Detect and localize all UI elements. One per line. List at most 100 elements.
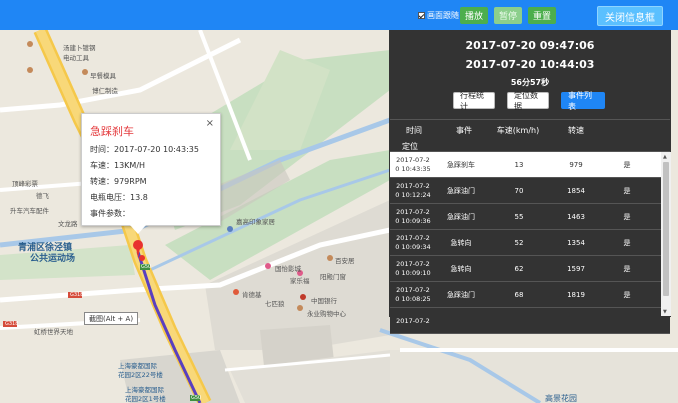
cell-time-part: 0 10:12:24 (395, 191, 431, 199)
col-event-header: 事件 (456, 126, 472, 135)
col-rpm-header: 转速 (568, 126, 584, 135)
scroll-thumb[interactable] (663, 162, 669, 296)
cell-date-part: 2017-07-2 (396, 208, 430, 216)
table-row[interactable]: 2017-07-2 0 10:43:35 急踩刹车 13 979 是 (390, 152, 670, 178)
cell-time: 2017-07-2 0 10:12:24 (390, 178, 436, 204)
trip-start-time: 2017-07-20 09:47:06 (465, 39, 595, 52)
cell-event: 急踩油门 (447, 291, 475, 299)
table-scrollbar[interactable]: ▲ ▼ (661, 152, 671, 316)
checkbox-checked-icon[interactable] (418, 11, 425, 19)
follow-checkbox[interactable]: 画面跟随 (418, 7, 459, 23)
scroll-up-icon[interactable]: ▲ (663, 154, 667, 160)
popup-title: 急踩刹车 (90, 125, 134, 138)
cell-located: 是 (623, 161, 631, 169)
cell-event: 急踩油门 (447, 213, 475, 221)
cell-located: 是 (623, 239, 631, 247)
cell-rpm: 1463 (567, 213, 585, 221)
cell-located: 是 (623, 291, 631, 299)
map-label: 永业购物中心 (307, 310, 346, 318)
popup-speed: 车速：13KM/H (90, 161, 146, 170)
popup-time: 时间：2017-07-20 10:43:35 (90, 145, 199, 154)
cell-date-part: 2017-07-2 (396, 316, 430, 325)
popup-params: 事件参数： (90, 209, 130, 218)
cell-time-part: 0 10:09:36 (395, 217, 431, 225)
popup-rpm: 转速：979RPM (90, 177, 147, 186)
cell-event (436, 308, 486, 334)
pause-button[interactable]: 暂停 (494, 7, 522, 24)
trip-duration: 56分57秒 (510, 78, 550, 87)
scroll-down-icon[interactable]: ▼ (663, 309, 667, 315)
cell-time: 2017-07-2 0 10:08:25 (390, 282, 436, 308)
map-label: 家乐福 (290, 277, 310, 285)
col-time-header: 时间 (406, 126, 422, 135)
reset-button[interactable]: 重置 (528, 7, 556, 24)
app-root: 汤建卜镀钢 电动工具 早餐模具 博仁制造 顶峰彩票 德飞 升车汽车配件 文龙路 … (0, 0, 678, 403)
play-button[interactable]: 播放 (460, 7, 488, 24)
table-row[interactable]: 2017-07-2 0 10:12:24 急踩油门 70 1854 是 (390, 178, 670, 204)
cell-time: 2017-07-2 0 10:09:34 (390, 230, 436, 256)
cell-event: 急转向 (450, 265, 472, 273)
road-shield-label: G318 (70, 292, 84, 298)
table-row[interactable]: 2017-07-2 0 10:09:34 急转向 52 1354 是 (390, 230, 670, 256)
map-label: 百安居 (335, 257, 355, 265)
cell-speed: 13 (514, 161, 524, 169)
position-data-button[interactable]: 定位数据 (507, 91, 549, 111)
cell-date-part: 2017-07-2 (396, 260, 430, 268)
trip-stats-button[interactable]: 行程统计 (453, 91, 495, 111)
table-row[interactable]: 2017-07-2 0 10:08:25 急踩油门 68 1819 是 (390, 282, 670, 308)
col-locate-header: 定位 (402, 142, 418, 151)
follow-checkbox-label: 画面跟随 (427, 10, 459, 20)
cell-event: 急转向 (450, 239, 472, 247)
event-table: 时间 事件 车速(km/h) 转速 定位 2017-07-2 0 10:43:35… (390, 119, 670, 334)
close-info-button[interactable]: 关闭信息框 (597, 6, 663, 26)
map-label-district: 公共运动场 (30, 254, 76, 264)
screenshot-tooltip: 截图(Alt + A) (84, 312, 139, 325)
cell-time: 2017-07-2 0 10:43:35 (390, 152, 436, 178)
col-speed-header: 车速(km/h) (496, 126, 540, 135)
cell-rpm (551, 308, 601, 334)
cell-located (612, 308, 642, 334)
table-row[interactable]: 2017-07-2 0 10:09:36 急踩油门 55 1463 是 (390, 204, 670, 230)
cell-date-part: 2017-07-2 (396, 286, 430, 294)
cell-time-part: 0 10:08:25 (395, 295, 431, 303)
road-shield-label: G318 (5, 321, 19, 327)
table-row[interactable]: 2017-07-2 (390, 308, 670, 334)
map-label: 肯德基 (242, 291, 262, 299)
event-list-button[interactable]: 事件列表 (561, 91, 605, 111)
map-label: 花园2区22号楼 (118, 371, 163, 379)
trip-end-time: 2017-07-20 10:44:03 (465, 58, 595, 71)
cell-located: 是 (623, 265, 631, 273)
map-label: 花园2区1号楼 (125, 395, 166, 403)
table-header: 时间 事件 车速(km/h) 转速 定位 (390, 119, 670, 152)
table-row[interactable]: 2017-07-2 0 10:09:10 急转向 62 1597 是 (390, 256, 670, 282)
cell-rpm: 1854 (567, 187, 585, 195)
map-label: 升车汽车配件 (10, 207, 49, 215)
cell-time-part: 0 10:43:35 (395, 165, 431, 173)
map-label: 早餐模具 (90, 72, 116, 80)
cell-speed: 68 (514, 291, 524, 299)
cell-time-part: 0 10:09:34 (395, 243, 431, 251)
cell-located: 是 (623, 213, 631, 221)
map-label: 高景花园 (545, 394, 577, 403)
cell-rpm: 1597 (567, 265, 585, 273)
cell-speed: 52 (514, 239, 524, 247)
trip-info-panel: 2017-07-20 09:47:06 2017-07-20 10:44:03 … (389, 30, 671, 334)
map-label: 国怡影城 (275, 265, 301, 273)
cell-speed (494, 308, 544, 334)
map-label: 虹桥世界天地 (34, 328, 73, 336)
cell-date-part: 2017-07-2 (396, 156, 430, 164)
cell-speed: 62 (514, 265, 524, 273)
map-label: 中国银行 (311, 297, 337, 305)
map-label: 七匹狼 (265, 300, 285, 308)
cell-speed: 55 (514, 213, 524, 221)
close-icon[interactable]: × (206, 118, 214, 129)
cell-located: 是 (623, 187, 631, 195)
cell-event: 急踩油门 (447, 187, 475, 195)
event-info-popup: 急踩刹车 × 时间：2017-07-20 10:43:35 车速：13KM/H … (81, 113, 221, 234)
cell-speed: 70 (514, 187, 524, 195)
map-label: 文龙路 (58, 220, 78, 228)
map-label: 博仁制造 (92, 87, 118, 95)
cell-rpm: 1354 (567, 239, 585, 247)
cell-date-part: 2017-07-2 (396, 182, 430, 190)
cell-date-part: 2017-07-2 (396, 234, 430, 242)
